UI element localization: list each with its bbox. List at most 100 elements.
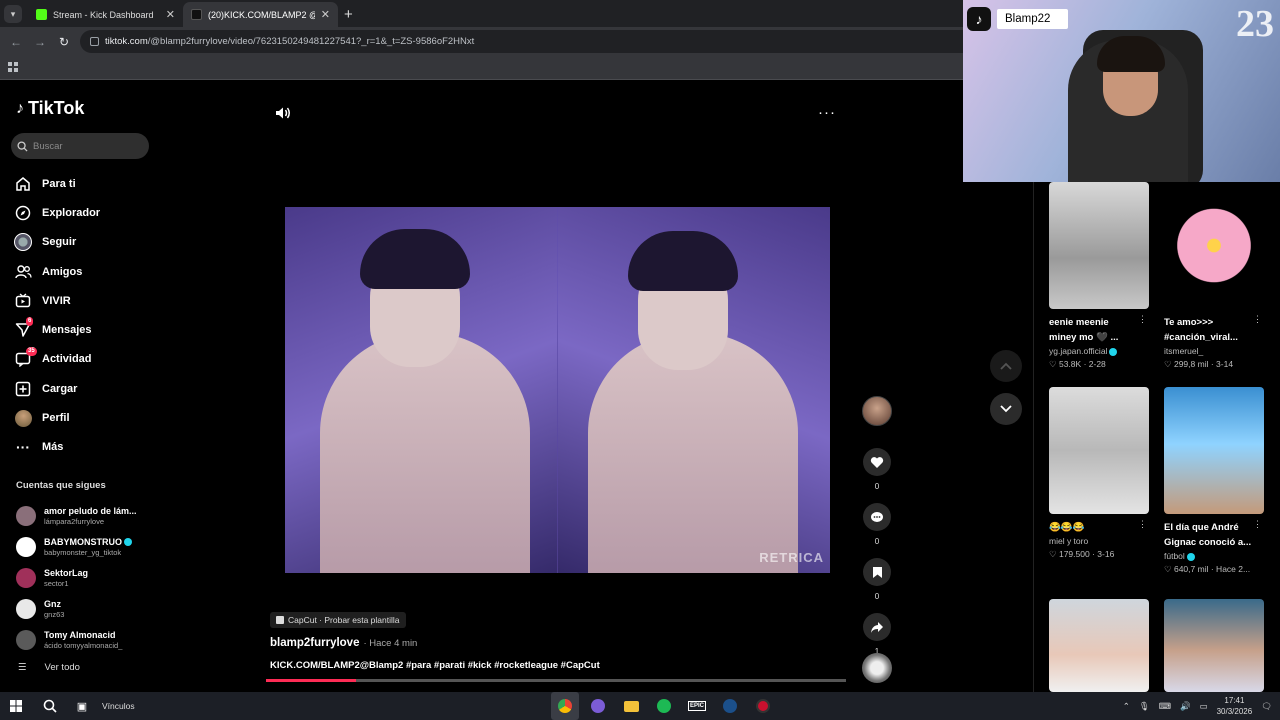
tab-search-button[interactable]: ▾ [4, 5, 22, 23]
webcam-hair [1097, 36, 1165, 72]
previous-video-button[interactable] [990, 350, 1022, 382]
file-explorer-app[interactable] [617, 692, 645, 720]
nav-mensajes[interactable]: 6 Mensajes [14, 315, 100, 344]
more-options-icon[interactable]: ⋮ [1138, 519, 1147, 530]
search-input[interactable] [33, 140, 133, 152]
nav-mas[interactable]: ··· Más [14, 433, 100, 462]
site-info-icon[interactable] [90, 37, 99, 46]
close-tab-icon[interactable]: ✕ [321, 8, 330, 21]
video-frame[interactable]: RETRICA [285, 207, 830, 573]
search-box[interactable] [11, 133, 149, 159]
nav-vivir[interactable]: VIVIR [14, 286, 100, 315]
obs-app[interactable] [749, 692, 777, 720]
recommended-video[interactable]: ⋮ eenie meenie miney mo 🖤 ... yg.japan.o… [1049, 182, 1151, 371]
following-account[interactable]: Gnz gnz63 [16, 593, 137, 624]
tab-title: Stream - Kick Dashboard [53, 9, 154, 20]
epic-games-icon: EPIC [687, 701, 706, 711]
nav-actividad[interactable]: 35 Actividad [14, 345, 100, 374]
tab-title: (20)KICK.COM/BLAMP2 @Blam [208, 9, 315, 20]
tiktok-logo[interactable]: ♪ TikTok [16, 98, 84, 119]
spotify-app[interactable] [650, 692, 678, 720]
more-options-icon[interactable]: ··· [818, 104, 836, 121]
comment-button[interactable] [863, 503, 891, 531]
activity-badge: 35 [26, 346, 37, 356]
more-options-icon[interactable]: ⋮ [1253, 519, 1262, 530]
recommended-video[interactable]: ⋮ Te amo>>> #canción_viral... itsmeruel_… [1164, 182, 1266, 371]
verified-icon [1186, 552, 1195, 561]
nav-amigos[interactable]: Amigos [14, 257, 100, 286]
like-button[interactable] [863, 448, 891, 476]
battery-icon[interactable]: ▭ [1200, 701, 1208, 712]
share-button[interactable] [863, 613, 891, 641]
creator-avatar[interactable] [862, 396, 892, 426]
nav-perfil[interactable]: Perfil [14, 403, 100, 432]
tiktok-logo-icon: ♪ [967, 7, 991, 31]
more-options-icon[interactable]: ⋮ [1253, 314, 1262, 325]
list-icon: ☰ [18, 662, 27, 673]
reload-button[interactable]: ↻ [52, 35, 76, 49]
discord-app[interactable] [584, 692, 612, 720]
nav-seguir[interactable]: Seguir [14, 228, 100, 257]
account-name: Tomy Almonacid [44, 629, 116, 640]
following-account[interactable]: SektorLag sector1 [16, 562, 137, 593]
steam-app[interactable] [716, 692, 744, 720]
more-options-icon[interactable]: ⋮ [1138, 314, 1147, 325]
tab-kick-dashboard[interactable]: Stream - Kick Dashboard ✕ [28, 2, 183, 27]
video-author[interactable]: blamp2furrylove · Hace 4 min [270, 637, 417, 649]
video-title: El día que André [1164, 522, 1239, 533]
new-tab-button[interactable]: + [344, 6, 353, 23]
following-account[interactable]: Tomy Almonacid ácido tomyyalmonacid_ [16, 624, 137, 655]
microphone-icon[interactable]: 🎙 [1139, 701, 1150, 712]
next-video-button[interactable] [990, 393, 1022, 425]
music-disc-icon[interactable] [862, 653, 892, 683]
tab-tiktok[interactable]: (20)KICK.COM/BLAMP2 @Blam ✕ [183, 2, 338, 27]
task-view-button[interactable]: ▣ [68, 692, 96, 720]
account-username: ácido tomyyalmonacid_ [44, 640, 123, 650]
post-date: · Hace 2... [1210, 564, 1251, 574]
nav-para-ti[interactable]: Para ti [14, 169, 100, 198]
taskbar-links-label[interactable]: Vínculos [102, 701, 135, 711]
recommended-video[interactable] [1164, 599, 1266, 692]
recommended-video[interactable]: ⋮ El día que André Gignac conoció a... f… [1164, 387, 1266, 576]
video-progress-bar[interactable] [266, 679, 846, 682]
following-account[interactable]: amor peludo de lám... lámpara2furrylove [16, 500, 137, 531]
account-username: babymonster_yg_tiktok [44, 547, 122, 557]
back-button[interactable]: ← [4, 35, 28, 49]
volume-icon[interactable]: 🔊 [1180, 701, 1191, 712]
notifications-icon[interactable]: 🗨 [1261, 701, 1272, 712]
address-bar[interactable]: tiktok.com/@blamp2furrylove/video/762315… [80, 30, 963, 53]
following-account[interactable]: BABYMONSTRUO babymonster_yg_tiktok [16, 531, 137, 562]
like-count: ♡ 53.8K [1049, 359, 1082, 369]
nav-label: Para ti [42, 177, 76, 190]
speaker-icon [276, 107, 290, 119]
taskbar-search-button[interactable] [36, 692, 64, 720]
close-tab-icon[interactable]: ✕ [166, 8, 175, 21]
nav-cargar[interactable]: Cargar [14, 374, 100, 403]
epic-games-app[interactable]: EPIC [683, 692, 711, 720]
nav-explorador[interactable]: Explorador [14, 198, 100, 227]
volume-button[interactable] [274, 104, 292, 122]
apps-grid-icon[interactable] [8, 62, 18, 72]
recommended-video[interactable] [1049, 599, 1151, 692]
compass-icon [14, 204, 32, 222]
counter-value: 23 [1236, 3, 1274, 45]
clock-time: 17:41 [1224, 696, 1245, 705]
video-caption[interactable]: KICK.COM/BLAMP2@Blamp2 #para #parati #ki… [270, 660, 600, 671]
video-figure-hair [360, 229, 470, 289]
network-icon[interactable]: ⌨ [1159, 701, 1171, 712]
video-title-line2: #canción_viral... [1164, 332, 1238, 343]
windows-icon [10, 700, 22, 712]
chrome-app[interactable] [551, 692, 579, 720]
nav-label: Seguir [42, 236, 77, 249]
chevron-up-icon[interactable]: ⌃ [1123, 701, 1130, 712]
capcut-template-button[interactable]: CapCut · Probar esta plantilla [270, 612, 406, 628]
clock[interactable]: 17:41 30/3/2026 [1217, 695, 1253, 717]
nav-label: Cargar [42, 382, 78, 395]
forward-button[interactable]: → [28, 35, 52, 49]
see-all-button[interactable]: ☰ Ver todo [18, 662, 80, 673]
start-button[interactable] [2, 692, 30, 720]
save-button[interactable] [863, 558, 891, 586]
avatar [16, 567, 36, 588]
account-username: sector1 [44, 578, 69, 588]
recommended-video[interactable]: ⋮ 😂😂😂 miel y toro ♡ 179.500 · 3-16 [1049, 387, 1151, 561]
